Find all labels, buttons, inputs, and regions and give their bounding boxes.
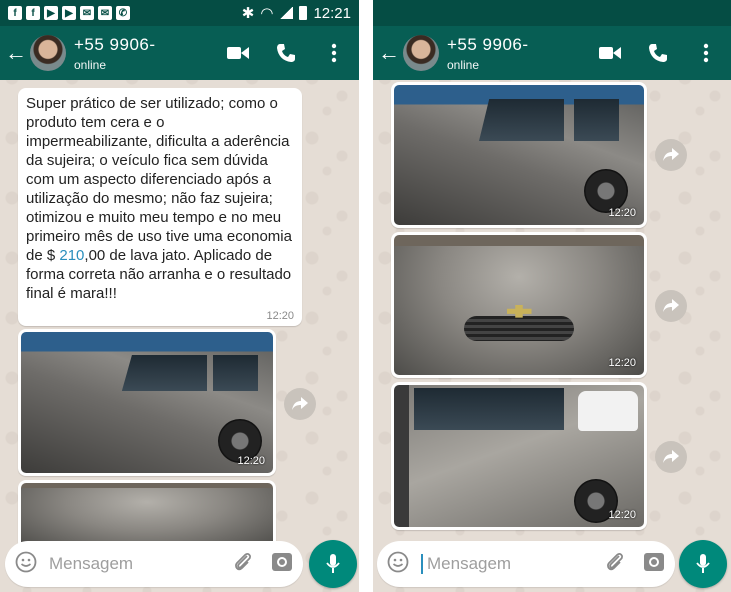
image-message[interactable]: 12:20 xyxy=(391,82,647,228)
mic-button[interactable] xyxy=(309,540,357,588)
image-time: 12:20 xyxy=(608,357,636,369)
image-message[interactable]: 12:20 xyxy=(391,232,647,378)
car-side-photo[interactable]: 12:20 xyxy=(394,85,644,225)
image-time: 12:20 xyxy=(608,207,636,219)
back-arrow-icon[interactable]: ← xyxy=(375,40,403,66)
message-input[interactable]: Mensagem xyxy=(427,554,605,574)
chat-panel-left: f f ▶ ▶ ✉ ✉ ✆ ✱ ◠ 12:21 ← +55 9906- onli… xyxy=(0,0,359,592)
image-time: 12:20 xyxy=(237,455,265,467)
status-bar: f f ▶ ▶ ✉ ✉ ✆ ✱ ◠ 12:21 xyxy=(0,0,359,26)
avatar[interactable] xyxy=(30,35,66,71)
more-options-icon[interactable] xyxy=(695,42,717,64)
more-options-icon[interactable] xyxy=(323,42,345,64)
mail-icon: ✉ xyxy=(80,6,94,20)
message-price-link[interactable]: 210 xyxy=(59,247,84,264)
contact-info[interactable]: +55 9906- online xyxy=(447,35,529,72)
wifi-icon: ◠ xyxy=(260,5,274,22)
message-time: 12:20 xyxy=(266,310,294,322)
mic-icon xyxy=(326,554,340,573)
message-bubble[interactable]: Super prático de ser utilizado; como o p… xyxy=(18,88,302,326)
back-arrow-icon[interactable]: ← xyxy=(2,40,30,66)
contact-info[interactable]: +55 9906- online xyxy=(74,35,156,72)
message-input[interactable]: Mensagem xyxy=(49,554,233,574)
attachment-icon[interactable] xyxy=(233,551,253,578)
image-message[interactable]: 12:20 xyxy=(391,382,647,530)
camera-icon[interactable] xyxy=(643,552,665,577)
phone-icon[interactable] xyxy=(647,42,669,64)
car-side-photo[interactable]: 12:20 xyxy=(21,332,273,473)
image-message[interactable]: 12:20 xyxy=(18,329,276,476)
contact-name: +55 9906- xyxy=(74,34,156,54)
youtube-icon: ▶ xyxy=(44,6,58,20)
facebook-icon: f xyxy=(8,6,22,20)
contact-name: +55 9906- xyxy=(447,34,529,54)
white-car xyxy=(578,391,638,431)
mail-icon: ✉ xyxy=(98,6,112,20)
emoji-icon[interactable] xyxy=(15,551,37,578)
car-door-photo[interactable]: 12:20 xyxy=(394,385,644,527)
youtube-icon: ▶ xyxy=(62,6,76,20)
chat-header: ← +55 9906- online xyxy=(0,26,359,80)
emoji-icon[interactable] xyxy=(387,551,409,578)
forward-icon[interactable] xyxy=(284,388,316,420)
message-composer: Mensagem xyxy=(377,541,675,587)
signal-icon xyxy=(279,7,294,19)
battery-icon xyxy=(299,6,308,20)
text-caret xyxy=(421,554,423,574)
attachment-icon[interactable] xyxy=(605,551,625,578)
avatar[interactable] xyxy=(403,35,439,71)
image-message[interactable] xyxy=(18,480,276,550)
forward-icon[interactable] xyxy=(655,290,687,322)
facebook-icon: f xyxy=(26,6,40,20)
forward-icon[interactable] xyxy=(655,441,687,473)
image-time: 12:20 xyxy=(608,509,636,521)
clock: 12:21 xyxy=(313,4,351,22)
car-hood-photo[interactable] xyxy=(21,483,273,547)
status-bar xyxy=(373,0,731,26)
mic-button[interactable] xyxy=(679,540,727,588)
mic-icon xyxy=(696,554,710,573)
chat-panel-right: ← +55 9906- online 12:20 12:20 12:20 Men… xyxy=(373,0,731,592)
message-text: Super prático de ser utilizado; como o p… xyxy=(26,95,292,302)
forward-icon[interactable] xyxy=(655,139,687,171)
message-composer: Mensagem xyxy=(5,541,303,587)
contact-status: online xyxy=(447,57,480,72)
bluetooth-icon: ✱ xyxy=(241,5,255,22)
chat-header: ← +55 9906- online xyxy=(373,26,731,80)
camera-icon[interactable] xyxy=(271,552,293,577)
video-call-icon[interactable] xyxy=(227,42,249,64)
video-call-icon[interactable] xyxy=(599,42,621,64)
phone-icon[interactable] xyxy=(275,42,297,64)
car-front-photo[interactable]: 12:20 xyxy=(394,235,644,375)
whatsapp-icon: ✆ xyxy=(116,6,130,20)
contact-status: online xyxy=(74,57,107,72)
